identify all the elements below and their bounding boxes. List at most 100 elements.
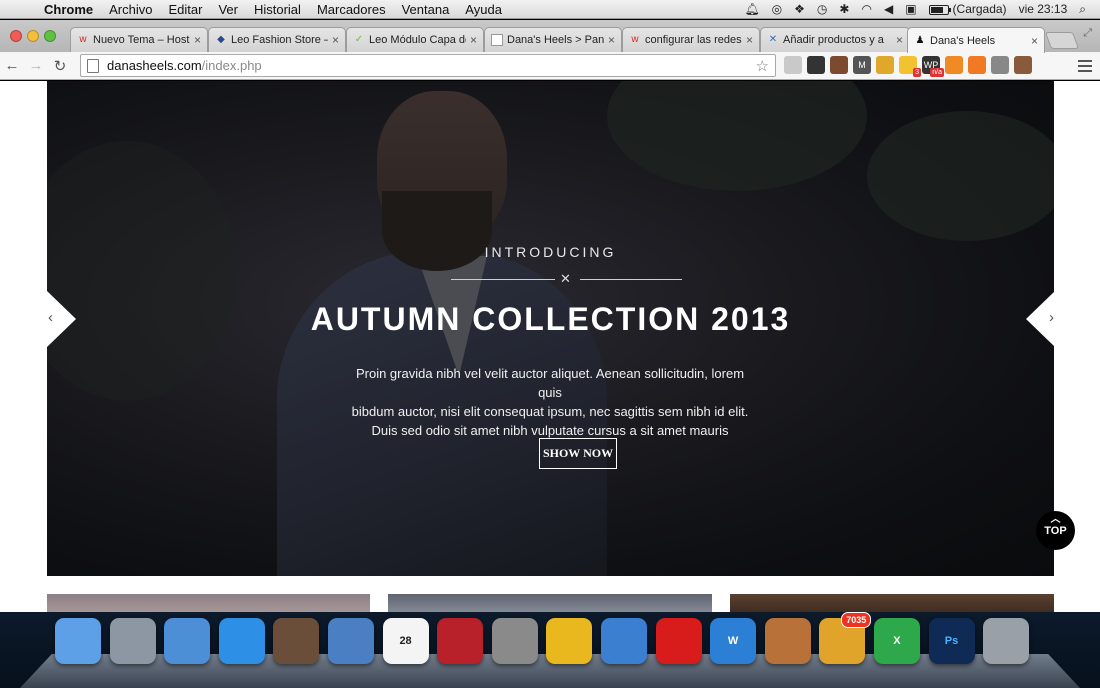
- slide-caption: INTRODUCING ✕ AUTUMN COLLECTION 2013 Pro…: [47, 81, 1054, 576]
- back-to-top-button[interactable]: ︿ TOP: [1036, 511, 1075, 550]
- sun-icon[interactable]: [876, 56, 894, 74]
- tab-close-icon[interactable]: ×: [470, 33, 477, 47]
- zoom-window-button[interactable]: [44, 30, 56, 42]
- bookmark-star-icon[interactable]: ☆: [756, 57, 769, 75]
- new-tab-button[interactable]: [1044, 32, 1080, 49]
- close-window-button[interactable]: [10, 30, 22, 42]
- finder-icon[interactable]: [55, 618, 101, 664]
- reload-button[interactable]: ↻: [48, 57, 72, 75]
- slide-intro: INTRODUCING: [484, 244, 617, 260]
- wifi-icon[interactable]: ◠: [855, 2, 877, 16]
- instagram-icon[interactable]: [1014, 56, 1032, 74]
- browser-tab[interactable]: w configurar las redes ×: [622, 27, 760, 52]
- word-icon[interactable]: W: [710, 618, 757, 664]
- tab-close-icon[interactable]: ×: [332, 33, 339, 47]
- extension-badge: 3: [913, 68, 921, 77]
- tab-close-icon[interactable]: ×: [1031, 34, 1038, 48]
- tab-close-icon[interactable]: ×: [608, 33, 615, 47]
- menu-ver[interactable]: Ver: [210, 2, 246, 17]
- iphoto-icon[interactable]: [764, 618, 811, 664]
- launchpad-icon[interactable]: [109, 618, 156, 664]
- eyedropper-icon[interactable]: [830, 56, 848, 74]
- slide-body: Proin gravida nibh vel velit auctor aliq…: [350, 364, 750, 440]
- address-bar[interactable]: danasheels.com /index.php ☆: [80, 54, 776, 77]
- browser-tab[interactable]: ♟ Dana's Heels ×: [907, 27, 1045, 53]
- photo-icon[interactable]: [273, 618, 320, 664]
- chrome-menu-icon[interactable]: [1078, 57, 1092, 75]
- fullscreen-icon[interactable]: ⤢: [1083, 27, 1092, 40]
- menu-historial[interactable]: Historial: [246, 2, 309, 17]
- input-menu-icon[interactable]: ▣: [899, 2, 922, 16]
- url-path: /index.php: [201, 58, 262, 73]
- browser-tab[interactable]: w Nuevo Tema – Hosti ×: [70, 27, 208, 52]
- divider-right: [580, 279, 682, 280]
- tab-title: Nuevo Tema – Hosti: [93, 34, 190, 46]
- tab-favicon-icon: ♟: [915, 34, 925, 46]
- bulb-icon[interactable]: 3: [899, 56, 921, 77]
- creative-cloud-icon[interactable]: ◎: [766, 2, 788, 16]
- page-icon: [87, 58, 99, 73]
- show-now-button[interactable]: SHOW NOW: [539, 438, 617, 469]
- dock-badge: 7035: [841, 612, 872, 628]
- minimize-window-button[interactable]: [27, 30, 39, 42]
- owl-icon[interactable]: [807, 56, 825, 74]
- system-preferences-icon[interactable]: [491, 618, 538, 664]
- chrome-icon[interactable]: [546, 618, 593, 664]
- browser-tab[interactable]: ✕ Añadir productos y a ×: [760, 27, 910, 52]
- back-button[interactable]: ←: [0, 57, 24, 74]
- battery-icon: [928, 4, 951, 15]
- stamp-icon[interactable]: [327, 618, 374, 664]
- zigzag-icon[interactable]: [968, 56, 986, 74]
- back-to-top-label: TOP: [1044, 525, 1067, 537]
- spotlight-icon[interactable]: ⌕: [1073, 2, 1092, 17]
- hero-slider: INTRODUCING ✕ AUTUMN COLLECTION 2013 Pro…: [47, 81, 1054, 576]
- satellite-icon[interactable]: [991, 56, 1009, 74]
- tab-close-icon[interactable]: ×: [194, 33, 201, 47]
- chevron-left-icon: ‹: [48, 309, 53, 326]
- browser-tab[interactable]: ✓ Leo Módulo Capa de ×: [346, 27, 484, 52]
- tab-close-icon[interactable]: ×: [746, 33, 753, 47]
- alarm-clock-icon[interactable]: [164, 618, 211, 664]
- menu-app-name[interactable]: Chrome: [36, 2, 101, 17]
- time-machine-icon[interactable]: ◷: [811, 2, 833, 16]
- tab-favicon-icon: ✕: [768, 34, 778, 45]
- photobooth-icon[interactable]: [437, 618, 484, 664]
- excel-icon[interactable]: X: [873, 618, 920, 664]
- acrobat-icon[interactable]: [655, 618, 702, 664]
- tab-close-icon[interactable]: ×: [896, 33, 903, 47]
- menu-marcadores[interactable]: Marcadores: [309, 2, 394, 17]
- menu-archivo[interactable]: Archivo: [101, 2, 160, 17]
- tab-title: configurar las redes: [645, 34, 742, 46]
- bluetooth-icon[interactable]: ✱: [833, 2, 855, 16]
- browser-tab[interactable]: ◆ Leo Fashion Store – ×: [208, 27, 346, 52]
- mail-icon[interactable]: 7035: [819, 612, 872, 664]
- photoshop-icon[interactable]: Ps: [928, 618, 975, 664]
- battery-status[interactable]: (Cargada): [923, 2, 1013, 16]
- m-icon[interactable]: M: [853, 56, 871, 74]
- menu-ayuda[interactable]: Ayuda: [457, 2, 510, 17]
- calendar-icon[interactable]: 28: [382, 618, 429, 664]
- menubar-clock[interactable]: vie 23:13: [1013, 2, 1074, 16]
- menu-ventana[interactable]: Ventana: [394, 2, 458, 17]
- menu-bar: Chrome Archivo Editar Ver Historial Marc…: [0, 0, 1100, 19]
- tab-strip: w Nuevo Tema – Hosti × ◆ Leo Fashion Store –…: [0, 20, 1100, 53]
- menu-editar[interactable]: Editar: [160, 2, 210, 17]
- printer-icon[interactable]: [784, 56, 802, 74]
- chevron-right-icon: ›: [1049, 309, 1054, 326]
- dock-icon-label: Ps: [944, 635, 959, 647]
- volume-icon[interactable]: ◀︎: [878, 2, 899, 16]
- notification-bell-icon[interactable]: 🔔︎: [738, 2, 765, 16]
- tab-title: Dana's Heels > Pane: [507, 34, 604, 46]
- wp-icon[interactable]: WP n/a: [922, 56, 944, 77]
- page-viewport: INTRODUCING ✕ AUTUMN COLLECTION 2013 Pro…: [0, 81, 1100, 688]
- dropbox-icon[interactable]: ❖: [788, 2, 811, 16]
- download-globe-icon[interactable]: [600, 618, 647, 664]
- browser-tab[interactable]: Dana's Heels > Pane ×: [484, 27, 622, 52]
- trash-icon[interactable]: [983, 618, 1030, 664]
- chart-icon[interactable]: [945, 56, 963, 74]
- itunes-icon[interactable]: [218, 618, 265, 664]
- dock-icon-label: W: [727, 635, 739, 647]
- forward-button[interactable]: →: [24, 57, 48, 74]
- extension-label: M: [858, 60, 866, 70]
- extension-badge: n/a: [930, 68, 944, 77]
